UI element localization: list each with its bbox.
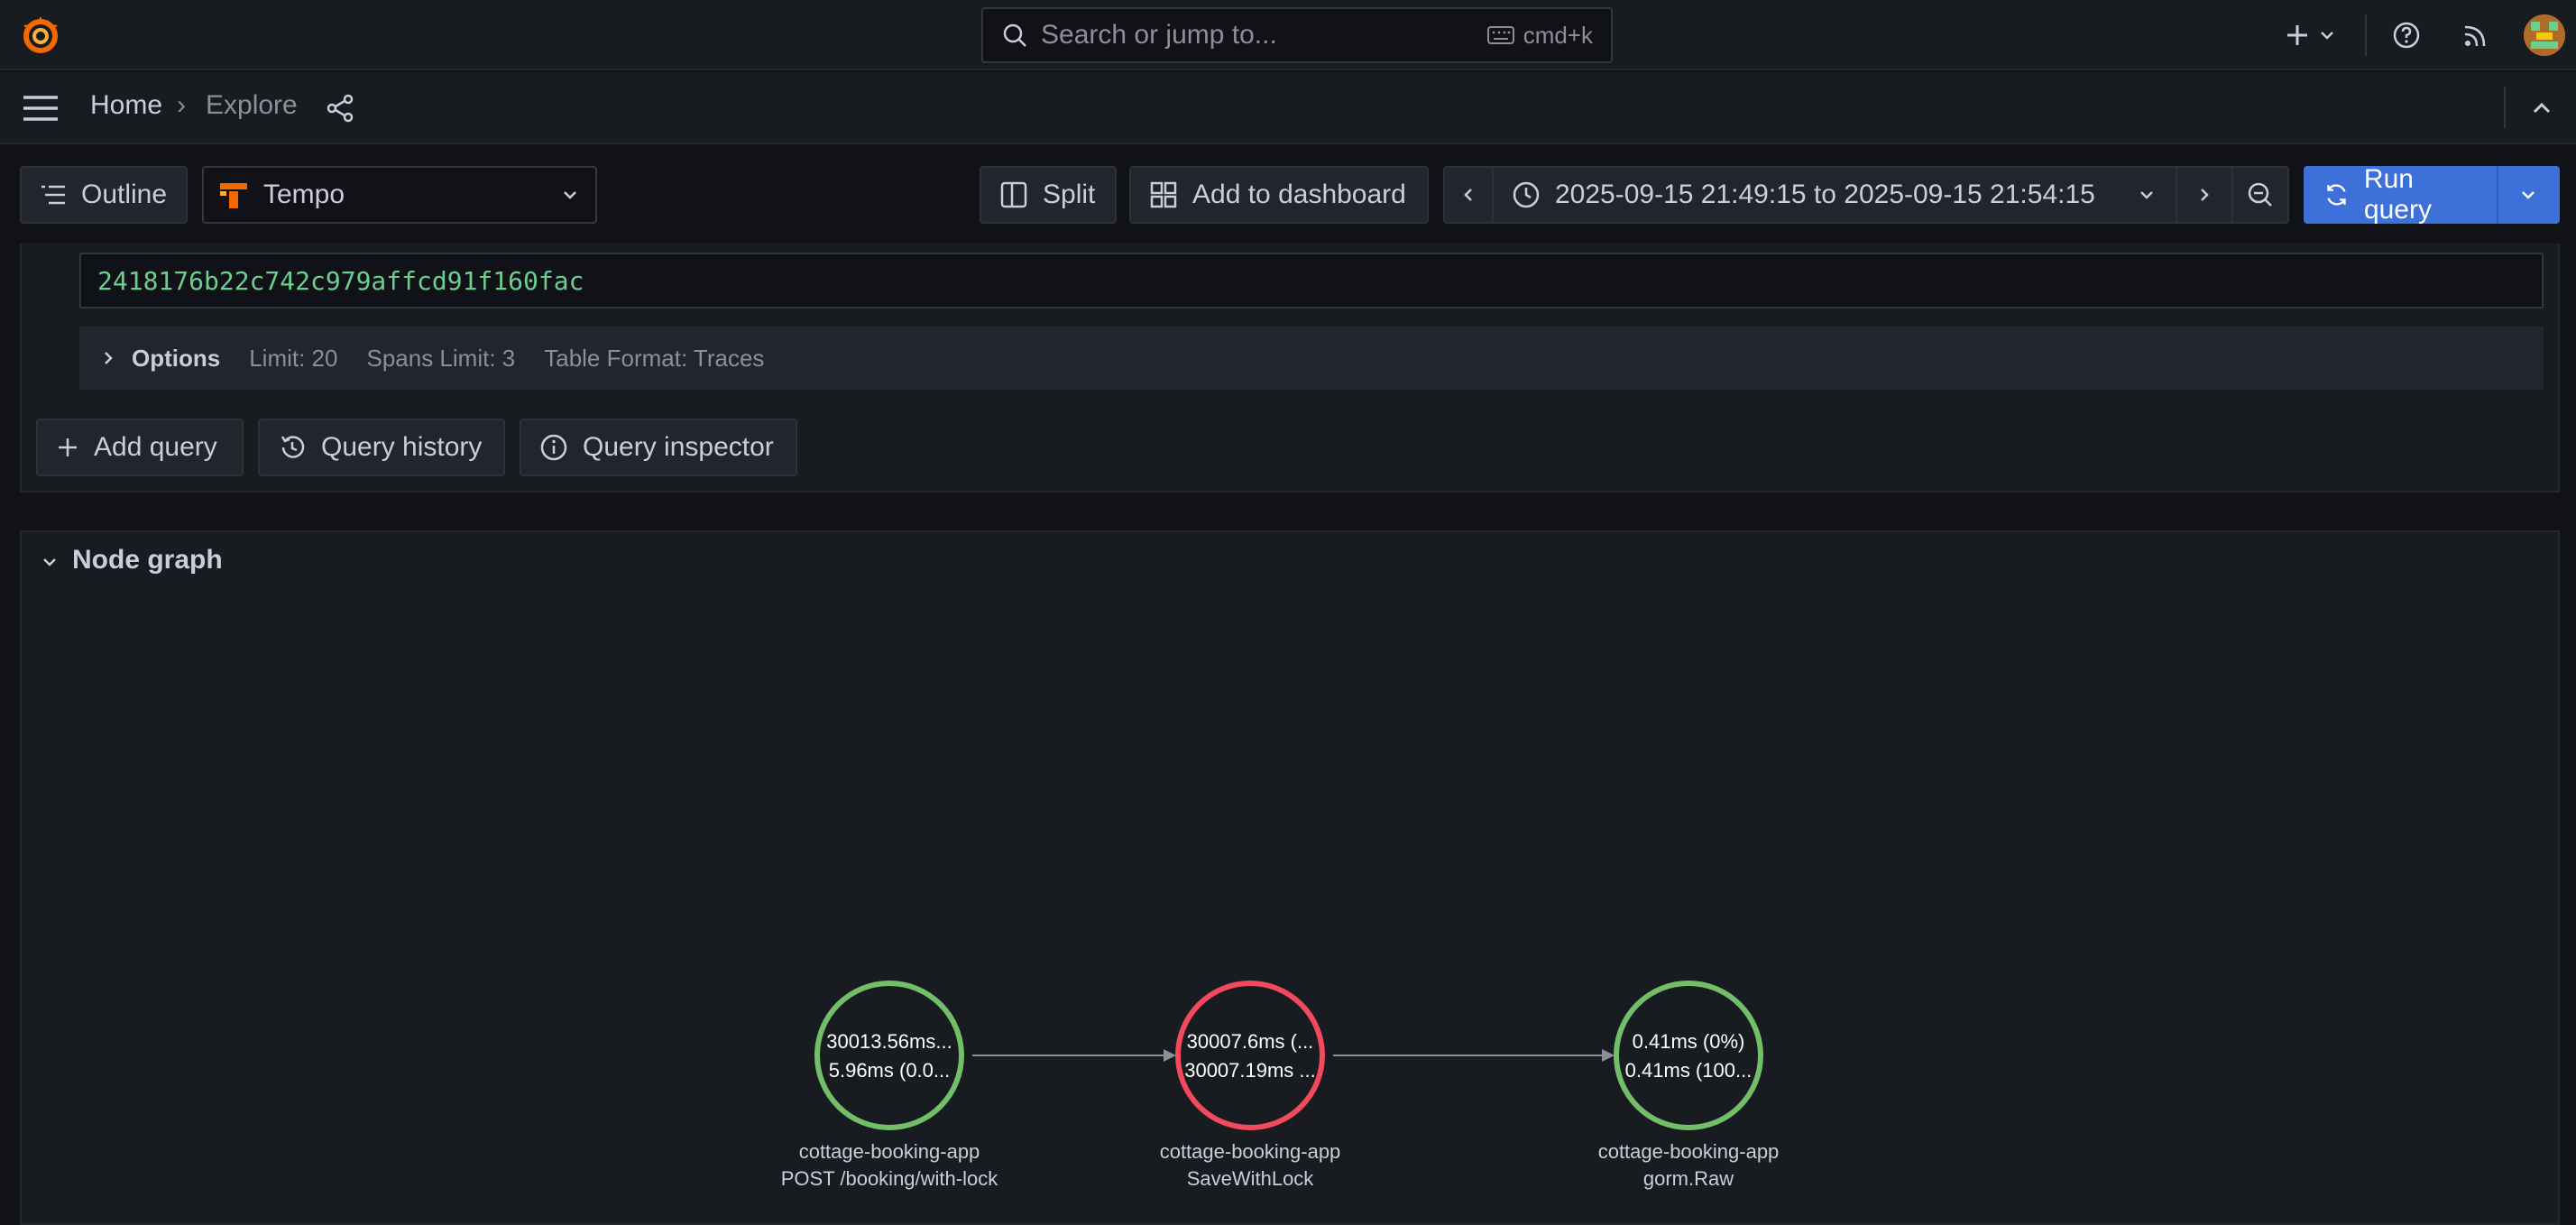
node-stat-secondary: 5.96ms (0.0...: [829, 1059, 951, 1082]
node-circle[interactable]: [1175, 981, 1325, 1130]
node-graph-node[interactable]: 30013.56ms... 5.96ms (0.0... cottage-booki…: [781, 981, 998, 1190]
node-stat-primary: 0.41ms (0%): [1633, 1030, 1745, 1053]
node-operation-label: POST /booking/with-lock: [781, 1167, 998, 1190]
node-service-label: cottage-booking-app: [1598, 1140, 1780, 1163]
node-stat-secondary: 30007.19ms ...: [1184, 1059, 1316, 1082]
node-service-label: cottage-booking-app: [1160, 1140, 1341, 1163]
node-stat-primary: 30013.56ms...: [826, 1030, 952, 1053]
node-stat-secondary: 0.41ms (100...: [1625, 1059, 1753, 1082]
node-graph-node[interactable]: 30007.6ms (... 30007.19ms ... cottage-book…: [1160, 981, 1341, 1190]
node-graph-canvas[interactable]: 30013.56ms... 5.96ms (0.0... cottage-booki…: [0, 0, 2576, 1225]
node-circle[interactable]: [1614, 981, 1763, 1130]
node-stat-primary: 30007.6ms (...: [1187, 1030, 1314, 1053]
node-operation-label: SaveWithLock: [1187, 1167, 1315, 1190]
node-operation-label: gorm.Raw: [1643, 1167, 1734, 1190]
node-circle[interactable]: [814, 981, 964, 1130]
node-service-label: cottage-booking-app: [799, 1140, 980, 1163]
node-graph-node[interactable]: 0.41ms (0%) 0.41ms (100... cottage-booking…: [1598, 981, 1780, 1190]
